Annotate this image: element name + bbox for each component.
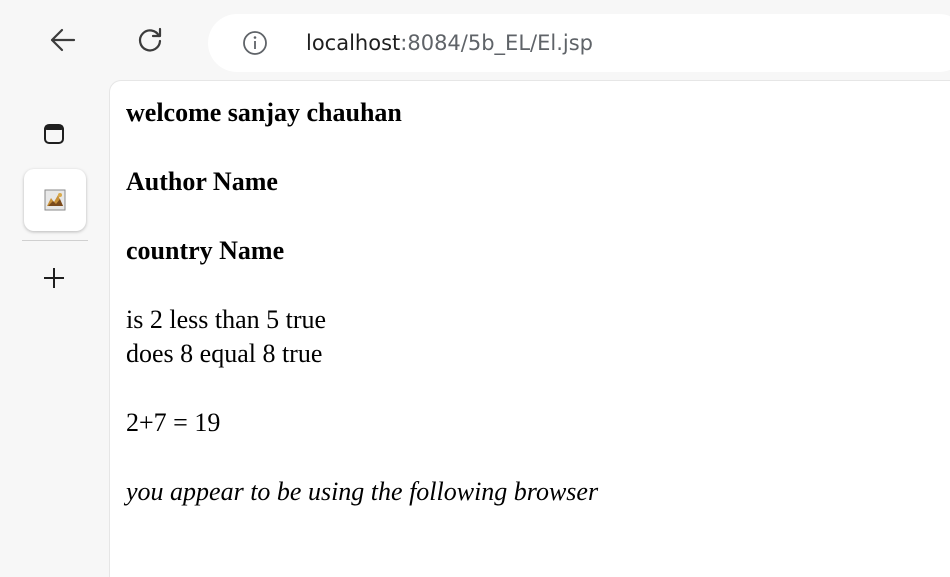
vertical-tab-strip [0,80,108,577]
address-bar[interactable]: localhost:8084/5b_EL/El.jsp [208,14,950,72]
browser-toolbar: localhost:8084/5b_EL/El.jsp [0,0,950,80]
compare-equal-text: does 8 equal 8 true [126,339,323,368]
site-info-button[interactable] [240,28,270,58]
info-icon [243,31,267,55]
plus-icon [44,268,64,288]
tomcat-favicon-icon [44,189,66,211]
arrow-left-icon [50,28,76,52]
url-text[interactable]: localhost:8084/5b_EL/El.jsp [306,29,593,57]
reload-button[interactable] [130,20,170,60]
welcome-heading: welcome sanjay chauhan [126,98,402,127]
author-heading: Author Name [126,167,278,196]
tab-actions-icon [44,124,64,144]
compare-less-text: is 2 less than 5 true [126,305,327,334]
tab-divider [22,240,88,241]
new-tab-button[interactable] [34,258,74,298]
url-host: localhost [306,31,401,55]
tab-actions-button[interactable] [34,114,74,154]
browser-info-text: you appear to be using the following bro… [126,477,599,506]
reload-icon [138,27,162,52]
sum-text: 2+7 = 19 [126,408,221,437]
tab-item-active[interactable] [24,169,86,231]
page-content: welcome sanjay chauhan Author Name count… [109,80,950,577]
url-path: :8084/5b_EL/El.jsp [400,31,593,55]
back-button[interactable] [43,20,83,60]
country-heading: country Name [126,236,285,265]
